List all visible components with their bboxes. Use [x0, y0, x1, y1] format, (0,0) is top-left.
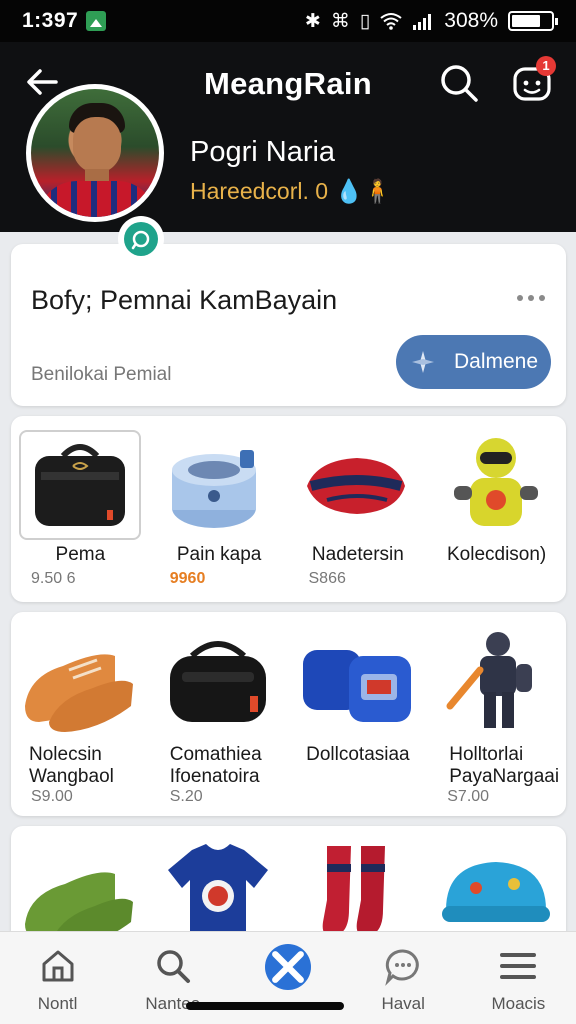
menu-icon [500, 953, 537, 979]
more-options-icon[interactable] [511, 286, 551, 310]
nav-item-search[interactable]: Nanteo [115, 932, 230, 1024]
product-tile[interactable]: Holltorlai PayaNargaai S7.00 [427, 612, 566, 816]
notification-icon [86, 11, 107, 31]
product-tile[interactable]: Comathiea Ifoenatoira S.20 [150, 612, 289, 816]
signal-icon [413, 14, 432, 30]
product-tile[interactable]: Pain kapa 9960 [150, 416, 289, 602]
search-icon [157, 950, 190, 983]
chat-bubble-icon [385, 949, 419, 986]
notification-badge: 1 [536, 56, 556, 76]
product-name: Holltorlai PayaNargaai [449, 744, 560, 787]
robot-figure-icon [436, 626, 558, 736]
status-bar: 1:397 ✱ ⌘ ▯ 308% [0, 0, 576, 42]
black-bag-icon [19, 430, 142, 540]
blue-bags-icon [297, 626, 419, 736]
product-tile[interactable]: Kolecdison) [427, 416, 566, 602]
product-price: S9.00 [31, 788, 73, 805]
red-pouch-icon [297, 430, 419, 540]
bluetooth-icon: ✱ [304, 10, 321, 32]
yellow-figure-icon [436, 430, 558, 540]
orange-shoes-icon [19, 626, 141, 736]
product-price: S866 [308, 570, 346, 587]
product-price: 9.50 6 [31, 570, 76, 587]
nav-item-center[interactable] [230, 932, 345, 1024]
nav-label: Moacis [491, 994, 546, 1013]
verified-badge-icon [118, 216, 164, 262]
vibrate-icon: ⌘ [330, 10, 350, 32]
product-name: Nadetersin [311, 544, 404, 565]
bottom-navigation: Nontl Nanteo Haval Moacis [0, 931, 576, 1024]
battery-icon [508, 11, 558, 31]
product-name: Nolecsin Wangbaol [29, 744, 114, 787]
search-icon[interactable] [438, 62, 480, 104]
blue-pot-icon [158, 430, 280, 540]
profile-emoji: 💧🧍 [334, 178, 392, 204]
product-price: S.20 [169, 788, 203, 805]
nav-item-chat[interactable]: Haval [346, 932, 461, 1024]
black-duffel-icon [158, 626, 280, 736]
product-name: Kolecdison) [446, 544, 547, 565]
promo-subtitle: Benilokai Pemial [31, 364, 172, 385]
product-row-2: Nolecsin Wangbaol S9.00 Comathiea Ifoena… [11, 612, 566, 816]
product-tile[interactable]: Nolecsin Wangbaol S9.00 [11, 612, 150, 816]
profile-avatar[interactable] [26, 84, 164, 222]
compass-icon [412, 351, 434, 373]
nav-item-menu[interactable]: Moacis [461, 932, 576, 1024]
product-name: Dollcotasiaa [306, 744, 410, 765]
nfc-icon: ▯ [359, 10, 371, 32]
nav-label: Haval [381, 994, 425, 1013]
product-name: Pema [55, 544, 106, 565]
profile-subtitle: Hareedcorl. 0 💧🧍 [190, 178, 392, 205]
product-tile[interactable]: Pema 9.50 6 [11, 416, 150, 602]
promo-action-label: Dalmene [454, 350, 539, 373]
product-price: S7.00 [447, 788, 490, 805]
promo-action-button[interactable]: Dalmene [396, 335, 551, 389]
product-tile[interactable]: Nadetersin S866 [289, 416, 428, 602]
nav-item-home[interactable]: Nontl [0, 932, 115, 1024]
wifi-icon [380, 13, 402, 30]
home-indicator[interactable] [186, 1002, 344, 1010]
product-name: Pain kapa [176, 544, 262, 565]
close-icon[interactable] [264, 944, 311, 990]
status-time: 1:397 [22, 9, 79, 32]
profile-subtitle-text: Hareedcorl. 0 [190, 178, 329, 204]
home-icon [42, 950, 74, 982]
product-tile[interactable]: Dollcotasiaa [289, 612, 428, 816]
nav-label: Nontl [37, 994, 78, 1013]
promo-card: Bofy; Pemnai KamBayain Benilokai Pemial … [11, 244, 566, 406]
product-row-1: Pema 9.50 6 Pain kapa 9960 Nadetersin S8… [11, 416, 566, 602]
product-name: Comathiea Ifoenatoira [169, 744, 262, 787]
battery-percent: 308% [444, 9, 498, 32]
profile-name: Pogri Naria [190, 136, 336, 168]
promo-title: Bofy; Pemnai KamBayain [31, 285, 338, 315]
product-price: 9960 [169, 570, 206, 587]
